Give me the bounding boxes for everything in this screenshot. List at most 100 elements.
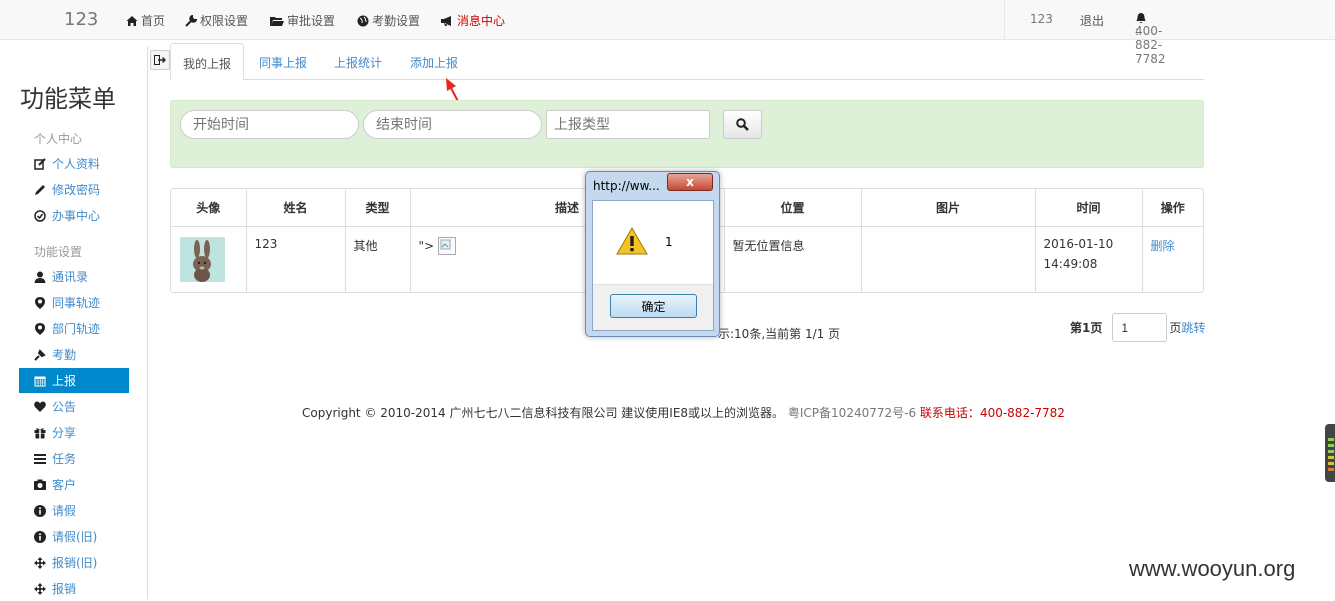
- camera-icon: [34, 479, 46, 491]
- info-icon: [34, 504, 46, 517]
- search-panel: [170, 100, 1204, 168]
- dialog-title: http://ww...: [593, 179, 660, 193]
- dialog-body: 1 确定: [592, 200, 714, 331]
- sidebar-item-label: 客户: [52, 478, 77, 492]
- info-icon: [34, 530, 46, 543]
- brand[interactable]: 123: [64, 9, 98, 30]
- nav-approval[interactable]: 审批设置: [270, 12, 335, 29]
- close-icon: x: [686, 175, 694, 189]
- map-marker-icon: [34, 322, 46, 335]
- sidebar-item-office[interactable]: 办事中心: [19, 203, 129, 228]
- section-functions: 功能设置: [34, 245, 83, 259]
- sidebar-item-label: 考勤: [52, 348, 77, 362]
- nav-permissions[interactable]: 权限设置: [185, 12, 248, 29]
- nav-home[interactable]: 首页: [126, 12, 165, 29]
- start-time-input[interactable]: [180, 110, 359, 139]
- dialog-message-area: 1: [593, 201, 713, 285]
- sidebar-item-colleague-track[interactable]: 同事轨迹: [19, 290, 129, 315]
- phone-link[interactable]: : 400-882-7782: [1135, 12, 1166, 66]
- side-scroll-widget[interactable]: [1325, 424, 1335, 482]
- sidebar-item-expense-old[interactable]: 报销(旧): [19, 550, 129, 575]
- sidebar-item-share[interactable]: 分享: [19, 420, 129, 445]
- sidebar-item-label: 报销(旧): [52, 556, 98, 570]
- sidebar-item-leave-old[interactable]: 请假(旧): [19, 524, 129, 549]
- cell-location: 暂无位置信息: [723, 226, 861, 292]
- sidebar-item-label: 公告: [52, 400, 77, 414]
- section-personal: 个人中心: [34, 132, 83, 146]
- sidebar-item-expense[interactable]: 报销: [19, 576, 129, 601]
- logout-link[interactable]: 退出: [1080, 12, 1104, 29]
- sidebar-item-password[interactable]: 修改密码: [19, 177, 129, 202]
- dialog-message: 1: [665, 235, 673, 249]
- end-time-input[interactable]: [363, 110, 542, 139]
- warning-icon: [616, 227, 648, 255]
- report-tabs: 我的上报 同事上报 上报统计 添加上报: [170, 43, 1204, 81]
- tab-report-stats[interactable]: 上报统计: [322, 43, 394, 80]
- nav-label: 首页: [141, 14, 166, 28]
- folder-open-icon: [270, 16, 284, 26]
- globe-icon: [357, 15, 369, 26]
- sidebar-item-report[interactable]: 上报: [19, 368, 129, 393]
- sidebar-item-leave[interactable]: 请假: [19, 498, 129, 523]
- home-icon: [126, 15, 138, 26]
- column-header: 操作: [1141, 189, 1203, 227]
- sidebar-item-label: 个人资料: [52, 157, 101, 171]
- cell-name: 123: [245, 226, 345, 292]
- pencil-icon: [34, 184, 46, 196]
- time-clock: 14:49:08: [1043, 256, 1098, 271]
- tab-my-reports[interactable]: 我的上报: [170, 43, 245, 81]
- column-header: 位置: [723, 189, 861, 227]
- alert-dialog: http://ww... x 1 确定: [585, 171, 720, 337]
- nav-label: 权限设置: [200, 14, 249, 28]
- nav-messages[interactable]: 消息中心: [440, 12, 505, 29]
- sidebar-item-label: 报销: [52, 582, 77, 596]
- user-name[interactable]: 123: [1030, 12, 1053, 26]
- watermark: www.wooyun.org: [1129, 556, 1296, 581]
- sidebar-title: 功能菜单: [20, 85, 116, 113]
- sidebar-item-attendance[interactable]: 考勤: [19, 342, 129, 367]
- page-number-input[interactable]: [1112, 313, 1168, 342]
- column-header: 类型: [344, 189, 410, 227]
- footer: Copyright © 2010-2014 广州七七八二信息科技有限公司 建议使…: [302, 404, 1065, 421]
- sidebar-item-dept-track[interactable]: 部门轨迹: [19, 316, 129, 341]
- navbar-right: 123 退出 : 400-882-7782: [1004, 0, 1335, 66]
- sidebar-item-label: 同事轨迹: [52, 296, 101, 310]
- bell-icon: [1136, 13, 1146, 23]
- sidebar-item-label: 分享: [52, 426, 77, 440]
- pagination-controls: 第1页 页 跳转: [1070, 313, 1205, 342]
- sidebar-toggle-button[interactable]: [150, 50, 170, 70]
- search-button[interactable]: [723, 110, 762, 139]
- column-header: 时间: [1034, 189, 1142, 227]
- ok-circle-icon: [34, 209, 46, 222]
- gift-icon: [34, 427, 46, 439]
- time-date: 2016-01-10: [1043, 236, 1114, 251]
- sidebar-item-label: 任务: [52, 452, 77, 466]
- dialog-ok-button[interactable]: 确定: [610, 294, 697, 318]
- sidebar-item-contacts[interactable]: 通讯录: [19, 264, 129, 289]
- nav-attendance[interactable]: 考勤设置: [357, 12, 420, 29]
- log-out-icon: [154, 55, 166, 65]
- level-meter-icon: [1328, 438, 1334, 471]
- sidebar-item-notice[interactable]: 公告: [19, 394, 129, 419]
- sidebar-item-label: 办事中心: [52, 209, 101, 223]
- tab-colleague-reports[interactable]: 同事上报: [247, 43, 319, 80]
- footer-phone: 400-882-7782: [979, 406, 1065, 420]
- sidebar-item-customers[interactable]: 客户: [19, 472, 129, 497]
- page-suffix: 页: [1169, 321, 1182, 335]
- sidebar-item-label: 请假: [52, 504, 77, 518]
- sidebar-item-label: 请假(旧): [52, 530, 98, 544]
- dialog-close-button[interactable]: x: [667, 173, 713, 191]
- description-text: ">: [418, 238, 435, 253]
- sidebar-item-profile[interactable]: 个人资料: [19, 151, 129, 176]
- footer-icp[interactable]: 粤ICP备10240772号-6: [788, 406, 916, 420]
- cell-type: 其他: [344, 226, 410, 292]
- sidebar-item-label: 通讯录: [52, 270, 89, 284]
- cell-time: 2016-01-10 14:49:08: [1034, 226, 1142, 292]
- jump-link[interactable]: 跳转: [1181, 319, 1205, 336]
- pagination-summary: 示:10条,当前第 1/1 页: [718, 327, 841, 341]
- report-type-input[interactable]: [546, 110, 710, 139]
- pushpin-icon: [34, 348, 46, 361]
- top-navbar: 123 首页 权限设置 审批设置 考勤设置 消息中心 123 退出 : 400-…: [0, 0, 1335, 66]
- sidebar-item-tasks[interactable]: 任务: [19, 446, 129, 471]
- delete-link[interactable]: 删除: [1151, 239, 1175, 253]
